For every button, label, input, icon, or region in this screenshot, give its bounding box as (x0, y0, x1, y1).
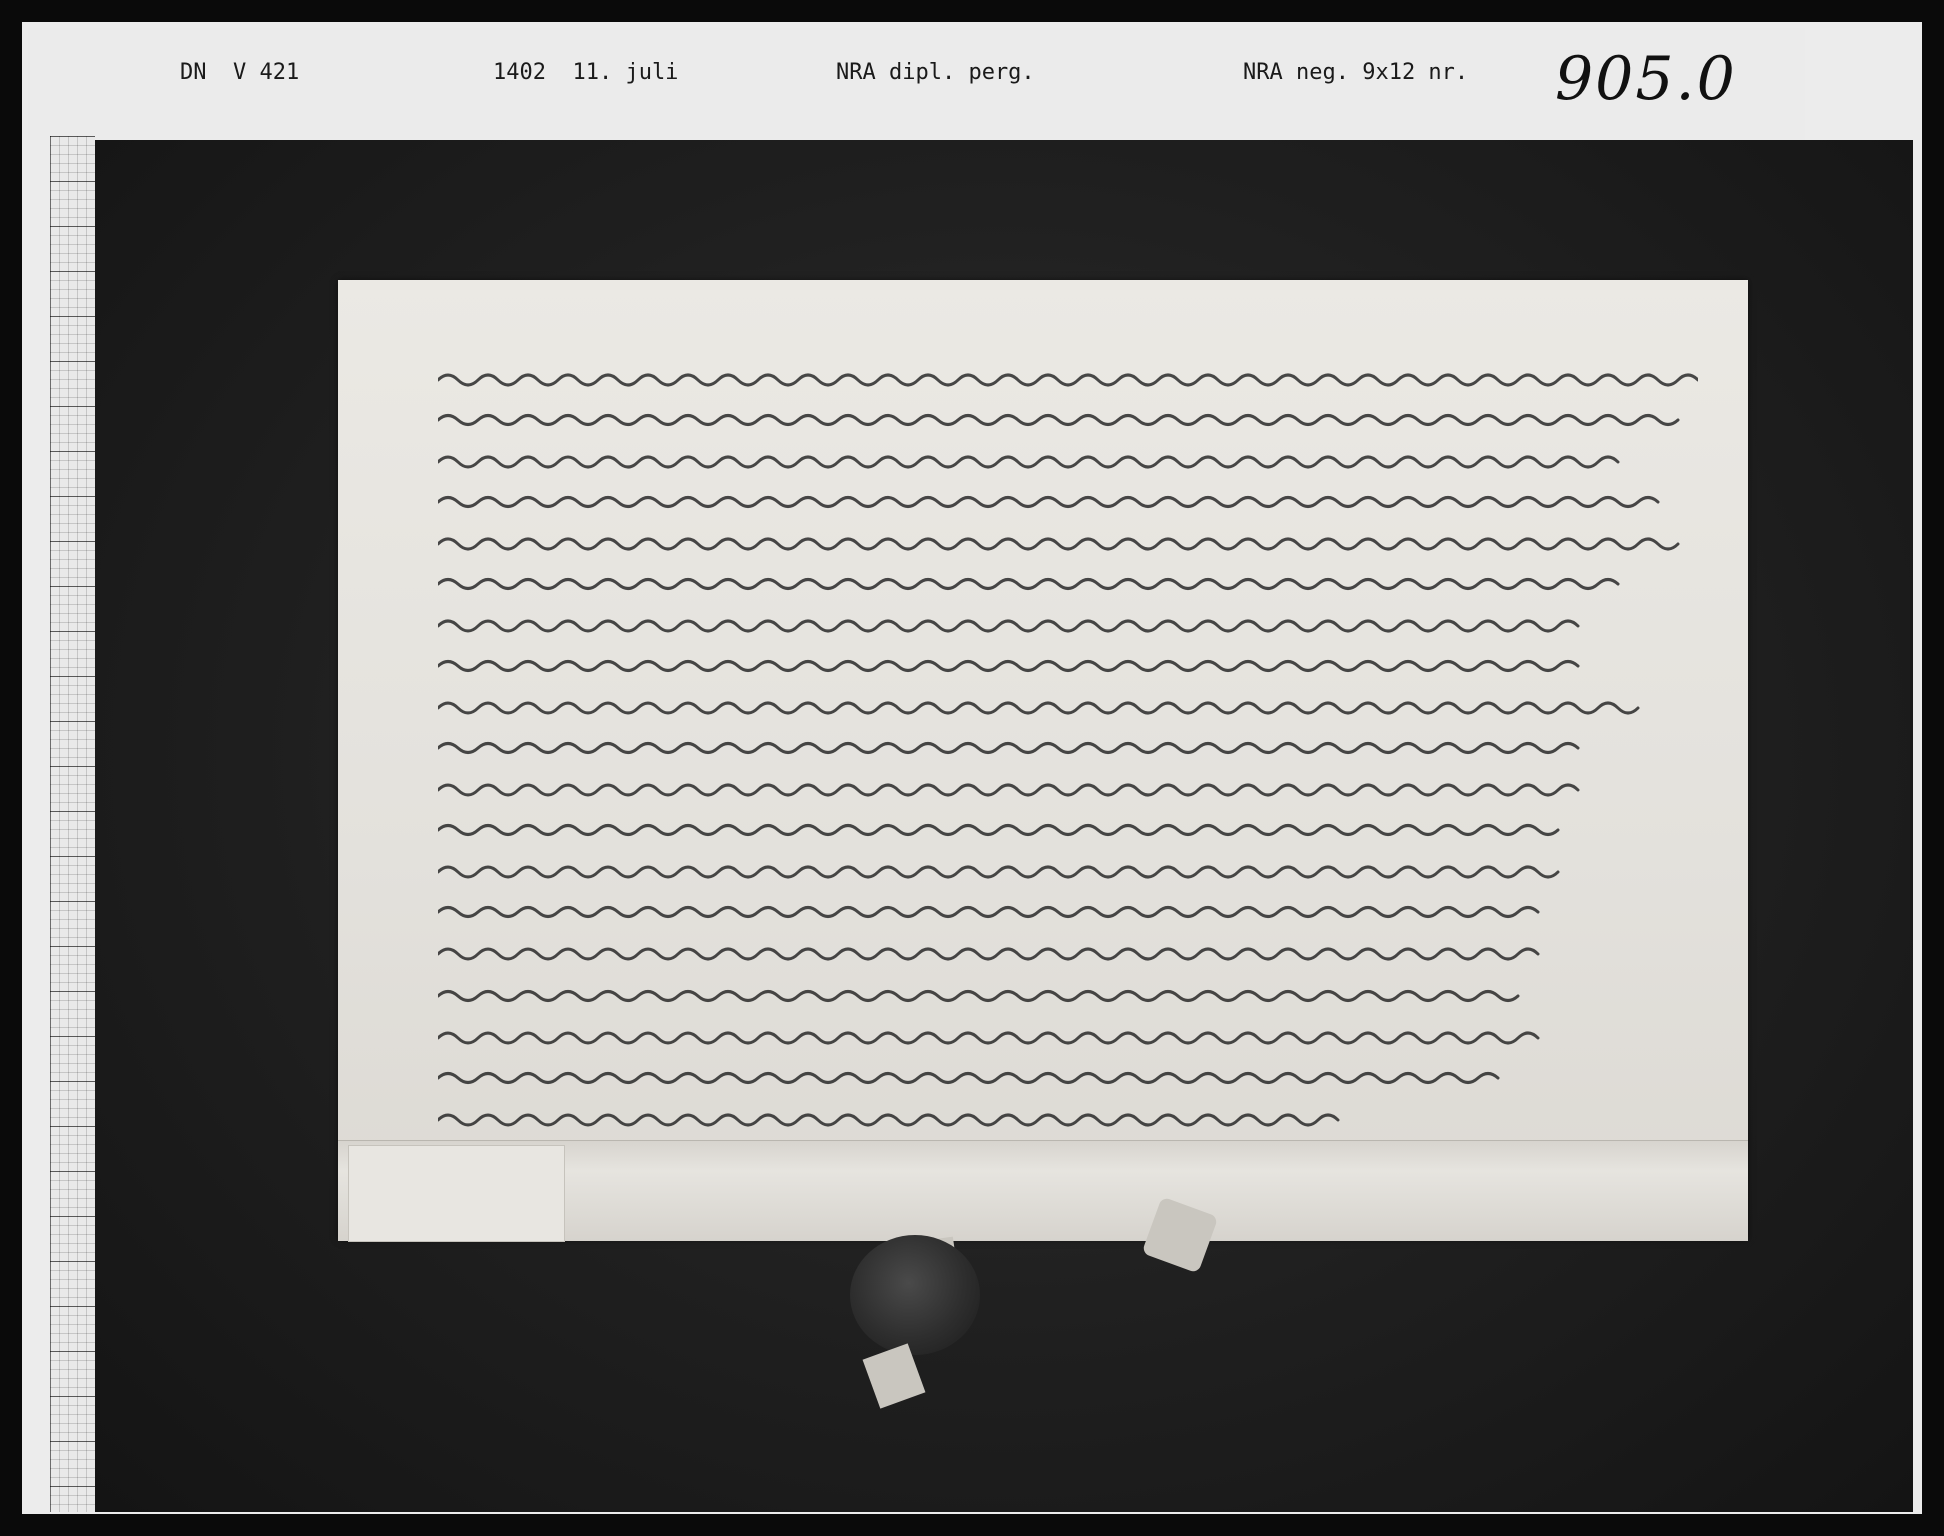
parchment-fold-flap (348, 1145, 565, 1242)
handwritten-number: 905.0 (1555, 44, 1737, 114)
parchment-charter (338, 280, 1748, 1242)
handwritten-script (436, 362, 1700, 1142)
archive-label: NRA dipl. perg. (836, 60, 1035, 85)
document-date: 1402 11. juli (493, 60, 679, 85)
document-reference: DN V 421 (180, 60, 300, 85)
wax-seal (850, 1235, 980, 1355)
script-lines-image (436, 373, 1700, 1127)
measurement-ruler (50, 136, 95, 1512)
negative-label: NRA neg. 9x12 nr. (1243, 60, 1469, 85)
